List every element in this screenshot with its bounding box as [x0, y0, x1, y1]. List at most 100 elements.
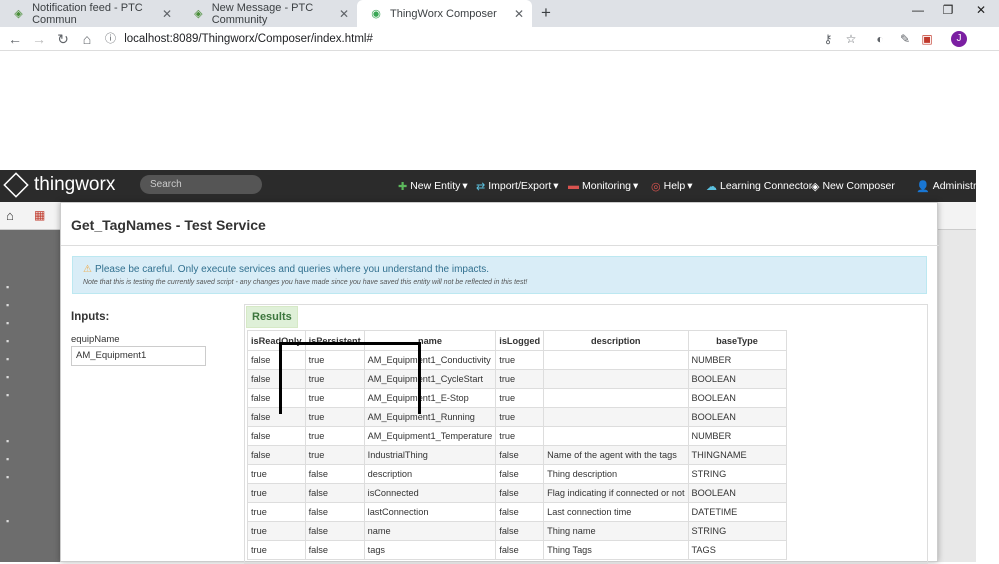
sidebar-item[interactable]: ▪: [6, 390, 9, 400]
table-cell: lastConnection: [363, 502, 497, 522]
sidebar-item[interactable]: ▪: [6, 454, 9, 464]
user-menu[interactable]: 👤 Administrat: [916, 170, 985, 202]
new-composer-link[interactable]: ◈ New Composer: [811, 170, 895, 202]
sidebar-item[interactable]: ▪: [6, 300, 9, 310]
minimize-window-icon[interactable]: —: [903, 3, 933, 21]
sidebar-item[interactable]: ▪: [6, 472, 9, 482]
sidebar-item[interactable]: ▪: [6, 372, 9, 382]
browser-tab-new-message[interactable]: ◈ New Message - PTC Community ✕: [180, 0, 357, 27]
table-row[interactable]: true false tags false Thing Tags TAGS: [247, 540, 787, 560]
table-cell: false: [304, 464, 365, 484]
close-tab-icon[interactable]: ✕: [514, 7, 524, 21]
entity-tab-icon[interactable]: ▦: [34, 208, 45, 222]
home-icon[interactable]: ⌂: [78, 30, 96, 48]
new-entity-menu[interactable]: ✚ New Entity ▾: [398, 170, 468, 202]
ptc-favicon-icon: ◈: [194, 8, 203, 20]
thingworx-logo-icon: [3, 172, 29, 198]
table-cell: THINGNAME: [687, 445, 787, 465]
new-tab-button[interactable]: +: [536, 3, 556, 23]
column-header[interactable]: description: [543, 330, 689, 351]
table-row[interactable]: true false lastConnection false Last connect…: [247, 502, 787, 522]
ptc-favicon-icon: ◈: [14, 8, 23, 20]
monitoring-menu[interactable]: ▬ Monitoring ▾: [568, 170, 638, 202]
table-cell: Name of the agent with the tags: [543, 445, 689, 465]
profile-avatar[interactable]: J: [951, 31, 967, 47]
column-header[interactable]: baseType: [687, 330, 787, 351]
extension-pen-icon[interactable]: ✎: [897, 31, 913, 47]
back-arrow-icon[interactable]: ←: [6, 30, 24, 48]
table-row[interactable]: true false description false Thing descripti…: [247, 464, 787, 484]
table-cell: false: [495, 483, 545, 503]
sidebar-item[interactable]: ▪: [6, 282, 9, 292]
url-field[interactable]: ⓘ localhost:8089/Thingworx/Composer/inde…: [105, 29, 805, 49]
thingworx-logo[interactable]: thingworx: [3, 172, 115, 198]
table-cell: description: [363, 464, 497, 484]
warning-note: Note that this is testing the currently …: [83, 279, 528, 286]
extension-circle-icon[interactable]: ◐: [872, 31, 888, 47]
monitoring-label: Monitoring: [582, 180, 632, 192]
site-info-icon[interactable]: ⓘ: [105, 29, 121, 49]
caret-down-icon: ▾: [687, 180, 693, 192]
table-cell: [543, 369, 689, 389]
address-bar-row: ← → ↻ ⌂ ⓘ localhost:8089/Thingworx/Compo…: [0, 27, 999, 51]
table-cell: BOOLEAN: [687, 369, 787, 389]
import-export-menu[interactable]: ⇄ Import/Export ▾: [476, 170, 559, 202]
table-cell: IndustrialThing: [363, 445, 497, 465]
table-cell: true: [495, 407, 545, 427]
new-composer-icon: ◈: [811, 180, 820, 193]
dialog-title: Get_TagNames - Test Service: [71, 217, 266, 233]
search-input[interactable]: Search: [140, 175, 262, 194]
table-row[interactable]: false true AM_Equipment1_Temperature true NU…: [247, 426, 787, 446]
highlight-box: [279, 342, 421, 414]
reload-icon[interactable]: ↻: [54, 30, 72, 48]
results-heading: Results: [246, 306, 298, 328]
bookmark-star-icon[interactable]: ☆: [843, 31, 859, 47]
sidebar-item[interactable]: ▪: [6, 318, 9, 328]
entity-sidebar: ▪ ▪ ▪ ▪ ▪ ▪ ▪ ▪ ▪ ▪ ▪: [0, 230, 60, 562]
table-cell: false: [495, 540, 545, 560]
table-cell: true: [495, 388, 545, 408]
learning-connector-link[interactable]: ☁ Learning Connector: [706, 170, 812, 202]
thingworx-favicon-icon: ◉: [371, 8, 381, 20]
table-row[interactable]: false true IndustrialThing false Name of the…: [247, 445, 787, 465]
table-cell: false: [304, 540, 365, 560]
forward-arrow-icon[interactable]: →: [30, 30, 48, 48]
table-row[interactable]: true false isConnected false Flag indicating…: [247, 483, 787, 503]
maximize-window-icon[interactable]: ❐: [933, 3, 963, 21]
browser-tab-thingworx-composer[interactable]: ◉ ThingWorx Composer ✕: [357, 0, 532, 27]
table-cell: true: [495, 350, 545, 370]
extension-pdf-icon[interactable]: ▣: [919, 31, 935, 47]
table-cell: name: [363, 521, 497, 541]
table-row[interactable]: true false name false Thing name STRING: [247, 521, 787, 541]
sidebar-item[interactable]: ▪: [6, 336, 9, 346]
home-tab-icon[interactable]: ⌂: [6, 208, 14, 223]
caret-down-icon: ▾: [633, 180, 639, 192]
column-header[interactable]: isLogged: [495, 330, 545, 351]
sidebar-item[interactable]: ▪: [6, 436, 9, 446]
warning-message: ⚠ Please be careful. Only execute service…: [83, 264, 489, 275]
sidebar-item[interactable]: ▪: [6, 516, 9, 526]
warning-text: Please be careful. Only execute services…: [94, 264, 490, 275]
table-cell: true: [247, 502, 306, 522]
table-cell: true: [247, 483, 306, 503]
close-tab-icon[interactable]: ✕: [162, 7, 172, 21]
close-window-icon[interactable]: ✕: [966, 3, 996, 21]
equipname-input[interactable]: AM_Equipment1: [71, 346, 206, 366]
help-menu[interactable]: ◎ Help ▾: [651, 170, 693, 202]
table-cell: false: [495, 502, 545, 522]
table-cell: Thing description: [543, 464, 689, 484]
table-cell: false: [304, 502, 365, 522]
table-cell: false: [304, 521, 365, 541]
key-icon[interactable]: ⚷: [820, 31, 836, 47]
new-entity-label: New Entity: [410, 180, 461, 192]
browser-tab-notification-feed[interactable]: ◈ Notification feed - PTC Commun ✕: [0, 0, 180, 27]
table-cell: AM_Equipment1_Temperature: [363, 426, 497, 446]
table-cell: TAGS: [687, 540, 787, 560]
sidebar-item[interactable]: ▪: [6, 354, 9, 364]
table-cell: STRING: [687, 464, 787, 484]
right-edge-strip: [976, 52, 999, 562]
table-cell: [543, 350, 689, 370]
table-cell: true: [304, 445, 365, 465]
close-tab-icon[interactable]: ✕: [339, 7, 349, 21]
table-cell: false: [495, 521, 545, 541]
